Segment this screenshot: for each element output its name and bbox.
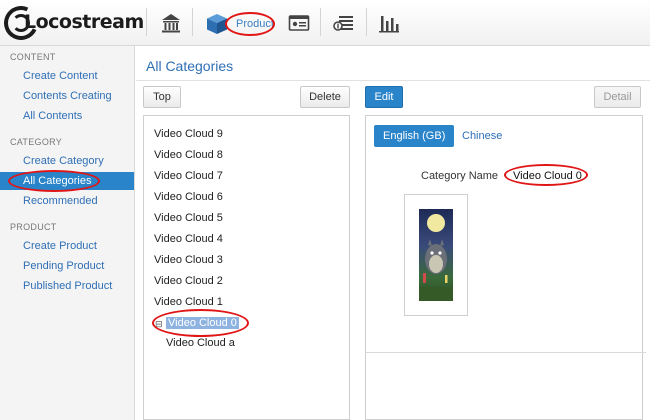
sidebar-heading-category: CATEGORY: [10, 137, 63, 147]
nav-divider: [320, 8, 321, 36]
top-bar: Locostream Product: [0, 0, 650, 46]
category-name-value: Video Cloud 0: [513, 170, 582, 182]
nav-product-label[interactable]: Product: [231, 14, 279, 34]
money-icon[interactable]: [333, 12, 355, 34]
nav-divider: [366, 8, 367, 36]
tree-item[interactable]: Video Cloud 7: [154, 170, 223, 182]
tab-english-gb[interactable]: English (GB): [374, 125, 455, 147]
tree-item-selected[interactable]: Video Cloud 0: [166, 317, 239, 329]
category-name-label: Category Name: [421, 170, 499, 182]
sidebar-heading-product: PRODUCT: [10, 222, 57, 232]
locostream-logo[interactable]: Locostream: [0, 1, 144, 45]
id-card-icon[interactable]: [288, 12, 310, 34]
tree-item[interactable]: Video Cloud 5: [154, 212, 223, 224]
top-button[interactable]: Top: [143, 86, 181, 108]
sidebar-item-recommended[interactable]: Recommended: [23, 195, 98, 207]
bar-chart-icon[interactable]: [378, 12, 400, 34]
nav-divider: [192, 8, 193, 36]
tree-item[interactable]: Video Cloud 1: [154, 296, 223, 308]
page-title: All Categories: [146, 58, 234, 74]
tree-item[interactable]: Video Cloud 4: [154, 233, 223, 245]
category-image: [419, 209, 453, 301]
sidebar-heading-content: CONTENT: [10, 52, 56, 62]
sidebar-item-all-contents[interactable]: All Contents: [23, 110, 82, 122]
sidebar-item-create-product[interactable]: Create Product: [23, 240, 97, 252]
delete-button[interactable]: Delete: [300, 86, 350, 108]
sidebar-item-all-categories[interactable]: All Categories: [23, 175, 91, 187]
tree-item-child[interactable]: Video Cloud a: [166, 337, 235, 349]
sidebar-item-create-category[interactable]: Create Category: [23, 155, 104, 167]
category-tree-panel: Video Cloud 9 Video Cloud 8 Video Cloud …: [143, 115, 350, 420]
title-divider: [136, 80, 650, 81]
edit-button[interactable]: Edit: [365, 86, 403, 108]
tab-chinese[interactable]: Chinese: [453, 125, 511, 147]
tree-item[interactable]: Video Cloud 9: [154, 128, 223, 140]
nav-divider: [146, 8, 147, 36]
sidebar-item-create-content[interactable]: Create Content: [23, 70, 98, 82]
category-thumbnail[interactable]: [404, 194, 468, 316]
tree-item[interactable]: Video Cloud 2: [154, 275, 223, 287]
tree-item[interactable]: Video Cloud 3: [154, 254, 223, 266]
category-detail-panel: English (GB) Chinese Category Name Video…: [365, 115, 646, 420]
detail-divider: [366, 352, 646, 353]
tree-collapse-toggle[interactable]: ⊟: [155, 319, 163, 330]
tree-item-selected-label: Video Cloud 0: [166, 317, 239, 329]
detail-button[interactable]: Detail: [594, 86, 641, 108]
sidebar-item-published-product[interactable]: Published Product: [23, 280, 112, 292]
sidebar: CONTENT Create Content Contents Creating…: [0, 46, 135, 420]
bank-icon[interactable]: [160, 12, 182, 34]
logo-text: Locostream: [24, 11, 144, 33]
box-icon: [207, 14, 227, 34]
tree-item[interactable]: Video Cloud 8: [154, 149, 223, 161]
sidebar-item-contents-creating[interactable]: Contents Creating: [23, 90, 112, 102]
tree-item[interactable]: Video Cloud 6: [154, 191, 223, 203]
sidebar-item-pending-product[interactable]: Pending Product: [23, 260, 104, 272]
totoro-poster-icon: [419, 214, 453, 301]
